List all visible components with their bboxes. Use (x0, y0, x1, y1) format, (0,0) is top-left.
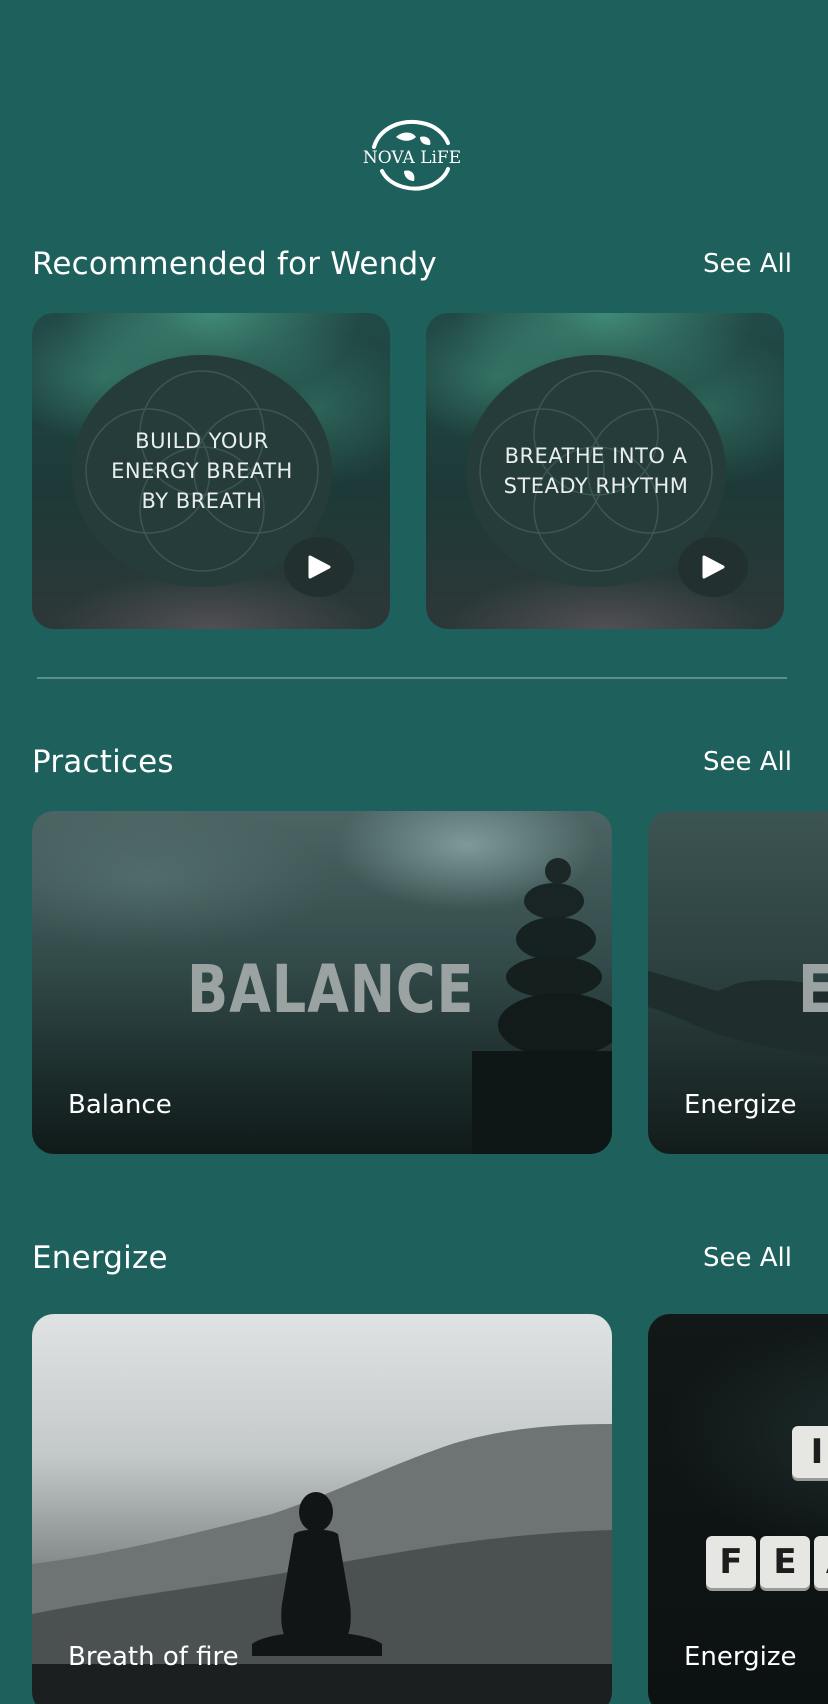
balance-image-text: BALANCE (187, 951, 475, 1028)
card-label: Energize (684, 1642, 797, 1672)
energize-row[interactable]: Breath of fire I F E A Energize (32, 1314, 828, 1704)
energize-card-energize[interactable]: I F E A Energize (648, 1314, 828, 1704)
globe-logo-icon: NOVA LiFE (363, 120, 461, 191)
recommended-card[interactable]: BREATHE INTO A STEADY RHYTHM (426, 313, 784, 629)
recommended-header: Recommended for Wendy See All (32, 244, 792, 284)
energize-header: Energize See All (32, 1238, 792, 1278)
practices-title: Practices (32, 744, 174, 780)
recommended-card[interactable]: BUILD YOUR ENERGY BREATH BY BREATH (32, 313, 390, 629)
energize-see-all-button[interactable]: See All (703, 1243, 792, 1273)
letter-tile: I (792, 1426, 828, 1478)
energize-card-breath-of-fire[interactable]: Breath of fire (32, 1314, 612, 1704)
play-icon (308, 555, 331, 579)
recommended-title: Recommended for Wendy (32, 246, 437, 282)
card-label: Energize (684, 1090, 797, 1120)
nova-life-logo: NOVA LiFE (360, 115, 464, 195)
letter-tile: F (706, 1536, 756, 1588)
practice-card-energize[interactable]: E Energize (648, 811, 828, 1154)
recommended-see-all-button[interactable]: See All (703, 249, 792, 279)
card-title: BREATHE INTO A STEADY RHYTHM (503, 444, 689, 498)
letter-tile: A (814, 1536, 828, 1588)
practices-see-all-button[interactable]: See All (703, 747, 792, 777)
energize-title: Energize (32, 1240, 168, 1276)
letter-tile: E (760, 1536, 810, 1588)
practice-card-balance[interactable]: BALANCE Balance (32, 811, 612, 1154)
logo-wordmark: NOVA LiFE (363, 148, 461, 168)
energize-image-text: E (798, 951, 828, 1028)
card-label: Breath of fire (68, 1642, 239, 1672)
card-title: BUILD YOUR ENERGY BREATH BY BREATH (111, 429, 293, 513)
recommended-row[interactable]: BUILD YOUR ENERGY BREATH BY BREATH BREAT… (32, 313, 828, 631)
practices-row[interactable]: BALANCE Balance E Energize (32, 811, 828, 1156)
play-button[interactable] (678, 537, 748, 597)
play-icon (702, 555, 725, 579)
practices-header: Practices See All (32, 742, 792, 782)
card-label: Balance (68, 1090, 172, 1120)
play-button[interactable] (284, 537, 354, 597)
section-divider (37, 677, 787, 679)
